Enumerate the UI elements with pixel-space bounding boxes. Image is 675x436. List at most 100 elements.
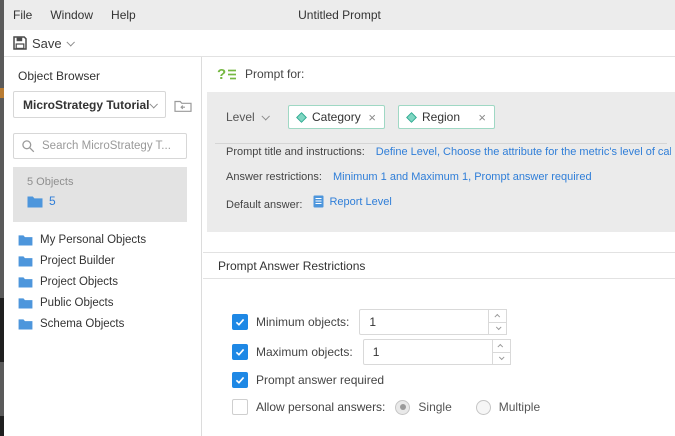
menu-items: File Window Help bbox=[13, 0, 136, 30]
maximum-objects-stepper bbox=[363, 339, 511, 365]
project-selector[interactable]: MicroStrategy Tutorial bbox=[13, 91, 166, 118]
save-icon bbox=[13, 36, 27, 50]
allow-personal-answers-label: Allow personal answers: bbox=[256, 400, 385, 414]
selection-summary-panel: 5 Objects 5 bbox=[13, 167, 187, 222]
minimum-objects-checkbox[interactable] bbox=[232, 314, 248, 330]
close-icon[interactable]: × bbox=[367, 111, 377, 124]
prompt-answer-required-row: Prompt answer required bbox=[232, 372, 394, 388]
minimum-objects-row: Minimum objects: bbox=[232, 309, 507, 335]
folder-item-label: Project Objects bbox=[40, 276, 118, 288]
answer-restrictions-label: Answer restrictions: bbox=[226, 171, 322, 183]
restrictions-section-header: Prompt Answer Restrictions bbox=[203, 252, 675, 279]
chevron-down-icon bbox=[66, 38, 74, 46]
level-label: Level bbox=[226, 110, 255, 124]
multiple-radio[interactable] bbox=[476, 400, 491, 415]
minimum-objects-stepper bbox=[359, 309, 507, 335]
answer-restrictions-row: Answer restrictions: Minimum 1 and Maxim… bbox=[226, 171, 671, 183]
search-input[interactable] bbox=[42, 140, 178, 152]
chip-label: Region bbox=[422, 110, 472, 124]
maximum-objects-checkbox[interactable] bbox=[232, 344, 248, 360]
level-chip-category[interactable]: Category × bbox=[288, 105, 385, 129]
folder-item-project-objects[interactable]: Project Objects bbox=[4, 271, 201, 292]
prompt-for-label: Prompt for: bbox=[245, 67, 304, 81]
chevron-down-icon bbox=[496, 325, 502, 331]
folder-icon bbox=[27, 195, 43, 208]
multiple-radio-label: Multiple bbox=[499, 400, 540, 414]
folder-item-label: Project Builder bbox=[40, 255, 115, 267]
prompt-answer-required-checkbox[interactable] bbox=[232, 372, 248, 388]
folder-icon bbox=[18, 234, 33, 246]
divider bbox=[215, 143, 667, 144]
maximum-objects-row: Maximum objects: bbox=[232, 339, 511, 365]
selected-folder-label: 5 bbox=[49, 194, 56, 208]
folder-icon bbox=[18, 318, 33, 330]
folder-item-public-objects[interactable]: Public Objects bbox=[4, 292, 201, 313]
folder-item-my-personal-objects[interactable]: My Personal Objects bbox=[4, 229, 201, 250]
chevron-up-icon bbox=[494, 314, 500, 320]
spinner-down-button[interactable] bbox=[488, 322, 507, 336]
menu-window[interactable]: Window bbox=[50, 8, 93, 22]
folder-item-label: My Personal Objects bbox=[40, 234, 146, 246]
selected-folder-item[interactable]: 5 bbox=[27, 194, 56, 208]
spinner bbox=[492, 339, 511, 365]
search-icon bbox=[22, 140, 35, 153]
menu-help[interactable]: Help bbox=[111, 8, 136, 22]
prompt-icon: ? bbox=[217, 66, 237, 82]
single-radio[interactable] bbox=[395, 400, 410, 415]
menu-bar: Untitled Prompt File Window Help bbox=[4, 0, 675, 30]
prompt-title-link[interactable]: Define Level, Choose the attribute for t… bbox=[376, 146, 671, 158]
answer-restrictions-link[interactable]: Minimum 1 and Maximum 1, Prompt answer r… bbox=[333, 171, 592, 183]
folder-item-schema-objects[interactable]: Schema Objects bbox=[4, 313, 201, 334]
minimum-objects-input[interactable] bbox=[359, 309, 489, 335]
default-answer-link[interactable]: Report Level bbox=[313, 195, 391, 208]
folder-icon bbox=[18, 276, 33, 288]
attribute-icon bbox=[406, 112, 417, 123]
folder-item-project-builder[interactable]: Project Builder bbox=[4, 250, 201, 271]
level-definition-panel: Level Category × Region bbox=[207, 92, 675, 232]
browse-folder-button[interactable] bbox=[172, 95, 194, 115]
spinner-down-button[interactable] bbox=[492, 352, 511, 366]
level-dropdown[interactable]: Level bbox=[226, 105, 268, 129]
allow-personal-answers-row: Allow personal answers: Single Multiple bbox=[232, 399, 540, 415]
spinner bbox=[488, 309, 507, 335]
prompt-editor-main: ? Prompt for: Level Category bbox=[203, 57, 675, 436]
prompt-title-label: Prompt title and instructions: bbox=[226, 146, 365, 158]
sidebar-search bbox=[13, 133, 187, 159]
maximum-objects-label: Maximum objects: bbox=[256, 345, 353, 359]
restrictions-section-title: Prompt Answer Restrictions bbox=[218, 259, 365, 273]
project-selector-value: MicroStrategy Tutorial bbox=[23, 98, 150, 112]
report-icon bbox=[313, 195, 324, 208]
allow-personal-answers-checkbox[interactable] bbox=[232, 399, 248, 415]
spinner-up-button[interactable] bbox=[488, 309, 507, 323]
object-browser-title: Object Browser bbox=[18, 69, 100, 83]
save-button[interactable]: Save bbox=[13, 36, 73, 51]
prompt-answer-required-label: Prompt answer required bbox=[256, 373, 384, 387]
open-folder-icon bbox=[174, 98, 192, 112]
object-browser-sidebar: Object Browser MicroStrategy Tutorial bbox=[4, 57, 202, 436]
folder-icon bbox=[18, 297, 33, 309]
chevron-up-icon bbox=[498, 344, 504, 350]
default-answer-row: Default answer: Report Level bbox=[226, 195, 671, 211]
folder-item-label: Schema Objects bbox=[40, 318, 124, 330]
default-answer-value: Report Level bbox=[329, 196, 391, 208]
single-radio-label: Single bbox=[418, 400, 451, 414]
level-chip-region[interactable]: Region × bbox=[398, 105, 495, 129]
folder-item-label: Public Objects bbox=[40, 297, 114, 309]
toolbar: Save bbox=[4, 30, 675, 57]
folder-tree: My Personal Objects Project Builder Proj… bbox=[4, 229, 201, 334]
minimum-objects-label: Minimum objects: bbox=[256, 315, 349, 329]
maximum-objects-input[interactable] bbox=[363, 339, 493, 365]
objects-count-label: 5 Objects bbox=[27, 176, 73, 188]
chevron-down-icon bbox=[149, 100, 157, 108]
multiple-radio-group: Multiple bbox=[476, 400, 540, 415]
chevron-down-icon bbox=[261, 112, 269, 120]
chevron-down-icon bbox=[499, 355, 505, 361]
folder-icon bbox=[18, 255, 33, 267]
chip-label: Category bbox=[312, 110, 362, 124]
close-icon[interactable]: × bbox=[477, 111, 487, 124]
menu-file[interactable]: File bbox=[13, 8, 32, 22]
spinner-up-button[interactable] bbox=[492, 339, 511, 353]
save-label: Save bbox=[32, 36, 62, 51]
prompt-editor-window: Untitled Prompt File Window Help Save Ob… bbox=[0, 0, 675, 436]
attribute-icon bbox=[296, 112, 307, 123]
